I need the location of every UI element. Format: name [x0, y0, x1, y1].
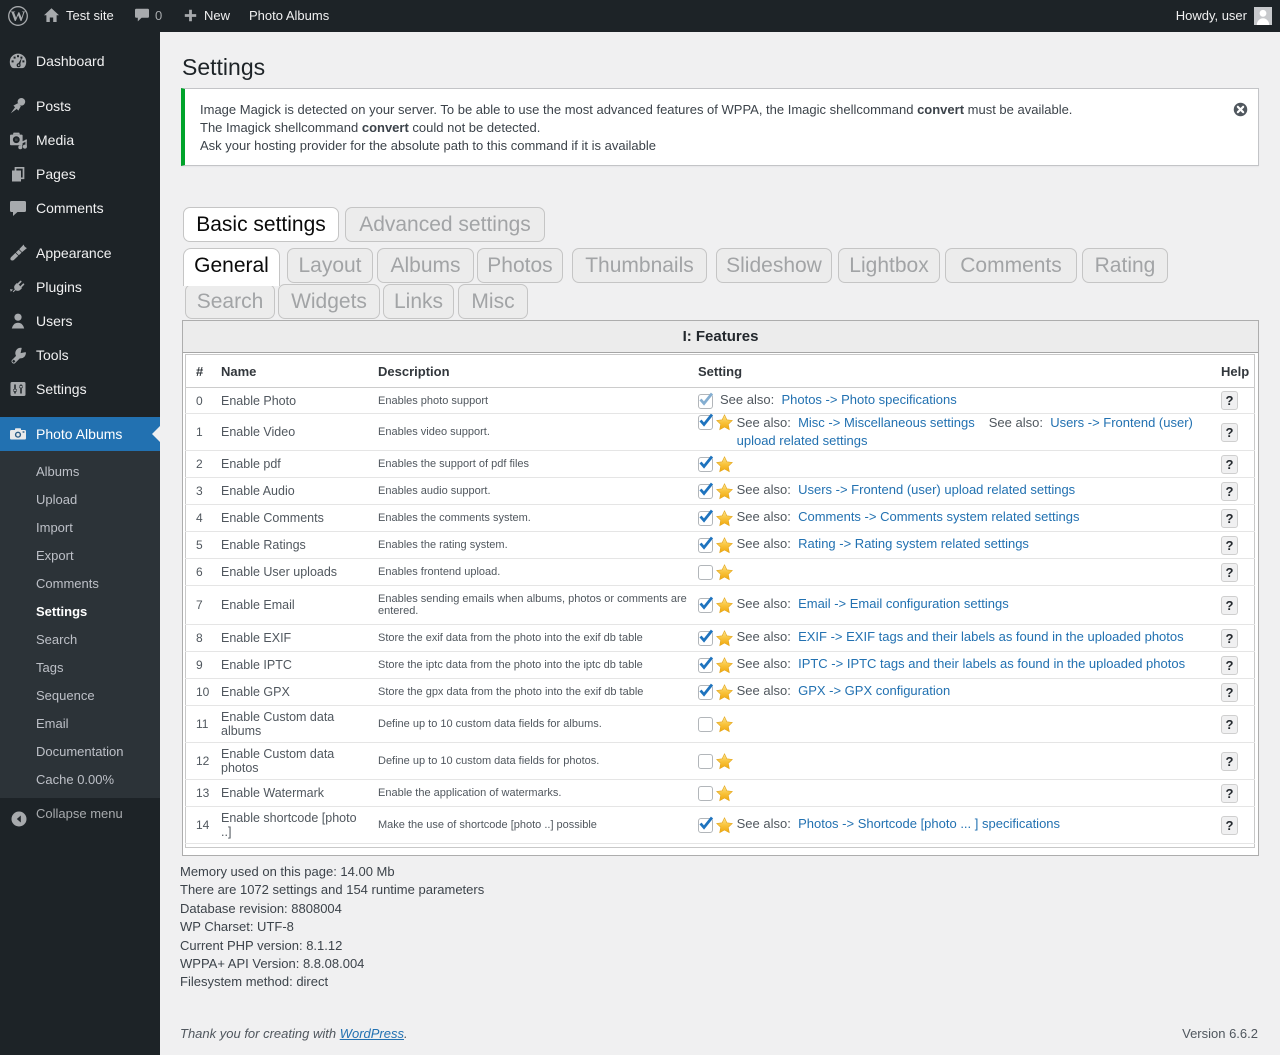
svg-text:W: W — [11, 9, 26, 25]
